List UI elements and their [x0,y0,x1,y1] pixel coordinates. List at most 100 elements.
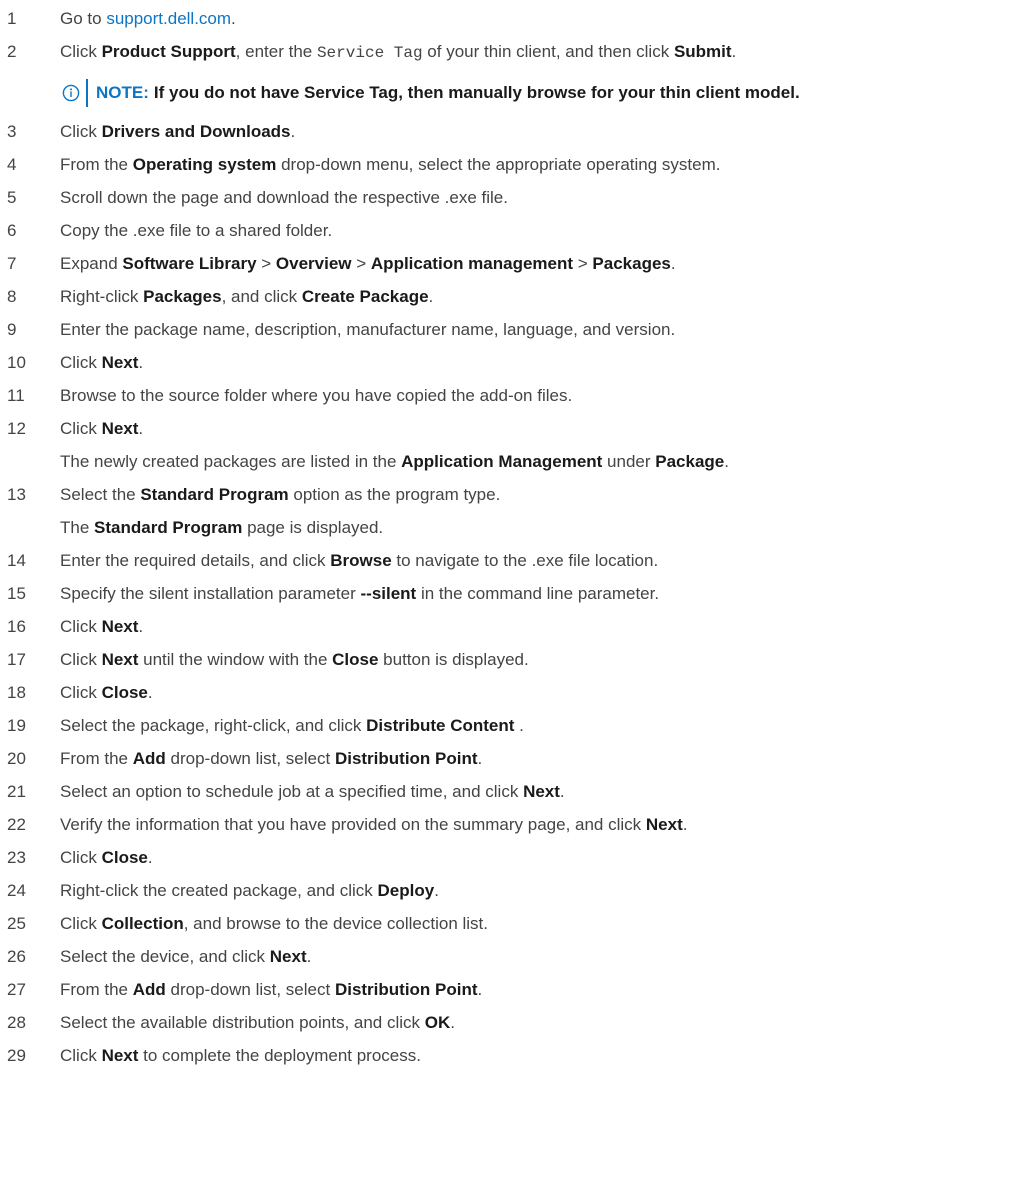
step-text: From the [60,980,133,999]
step-body: Browse to the source folder where you ha… [60,384,1017,408]
step-body: Specify the silent installation paramete… [60,582,1017,606]
step-body: Click Close. [60,846,1017,870]
step-text: Scroll down the page and download the re… [60,188,508,207]
step-text: Select the [60,485,141,504]
step-body: Expand Software Library > Overview > App… [60,252,1017,276]
step-text: . [724,452,729,471]
step-line: Expand Software Library > Overview > App… [60,252,1017,276]
step-body: Select the device, and click Next. [60,945,1017,969]
step-text: drop-down menu, select the appropriate o… [276,155,721,174]
step-body: Right-click the created package, and cli… [60,879,1017,903]
ui-term: Packages [143,287,222,306]
step-body: Click Next until the window with the Clo… [60,648,1017,672]
step-text: Click [60,683,102,702]
step-item: 8 Right-click Packages, and click Create … [0,281,1017,314]
step-number: 26 [7,947,26,966]
step-body: From the Add drop-down list, select Dist… [60,978,1017,1002]
step-text: . [306,947,312,966]
step-number: 19 [7,716,26,735]
step-item: 18 Click Close. [0,677,1017,710]
step-number: 20 [7,749,26,768]
step-number: 25 [7,914,26,933]
step-line: Click Product Support, enter the Service… [60,40,1017,65]
step-item: 14 Enter the required details, and click … [0,545,1017,578]
support-link[interactable]: support.dell.com [106,9,231,28]
step-item: 24 Right-click the created package, and c… [0,875,1017,908]
step-item: 6 Copy the .exe file to a shared folder. [0,215,1017,248]
step-text: . [731,42,737,61]
step-line: Right-click the created package, and cli… [60,879,1017,903]
step-item: 26 Select the device, and click Next. [0,941,1017,974]
ui-term: Next [101,353,139,372]
step-line: Enter the package name, description, man… [60,318,1017,342]
step-text: > [573,254,593,273]
step-line: Select the package, right-click, and cli… [60,714,1017,738]
step-body: Select the available distribution points… [60,1011,1017,1035]
step-number: 4 [7,155,17,174]
step-text: . [147,683,153,702]
step-body: Click Product Support, enter the Service… [60,40,1017,65]
ui-term: Add [132,749,166,768]
ui-term: Add [132,980,166,999]
step-text: . [477,749,483,768]
step-number: 23 [7,848,26,867]
step-text: Click [60,914,102,933]
step-text: Right-click [60,287,144,306]
step-text: to complete the deployment process. [138,1046,421,1065]
step-text: Specify the silent installation paramete… [60,584,361,603]
step-item: 17 Click Next until the window with the C… [0,644,1017,677]
step-number: 8 [7,287,17,306]
step-text: . [682,815,688,834]
step-number: 1 [7,9,17,28]
step-item: 1 Go to support.dell.com. [0,3,1017,36]
step-number: 24 [7,881,26,900]
step-text: Click [60,1046,102,1065]
step-text: . [514,716,524,735]
ui-term: Next [523,782,560,801]
step-number: 12 [7,419,26,438]
step-text: until the window with the [138,650,333,669]
step-text: . [428,287,434,306]
ui-term: --silent [360,584,417,603]
step-number: 29 [7,1046,26,1065]
step-line: Enter the required details, and click Br… [60,549,1017,573]
step-line: Click Next. [60,417,1017,441]
ui-term: Close [101,683,148,702]
step-line: Browse to the source folder where you ha… [60,384,1017,408]
step-item: 27 From the Add drop-down list, select Di… [0,974,1017,1007]
step-number: 21 [7,782,26,801]
step-number: 13 [7,485,26,504]
step-result-line: The newly created packages are listed in… [60,450,1017,474]
step-item: 21 Select an option to schedule job at a … [0,776,1017,809]
note-label: NOTE: [96,83,149,102]
step-item: 4 From the Operating system drop-down men… [0,149,1017,182]
ui-term: Overview [275,254,352,273]
step-line: Click Next until the window with the Clo… [60,648,1017,672]
step-number: 2 [7,42,17,61]
step-item: 2 Click Product Support, enter the Servic… [0,36,1017,70]
step-line: Copy the .exe file to a shared folder. [60,219,1017,243]
ui-term: Next [645,815,683,834]
ui-term: Collection [101,914,184,933]
step-text: Enter the required details, and click [60,551,331,570]
step-body: Select an option to schedule job at a sp… [60,780,1017,804]
step-text: Go to [60,9,107,28]
step-line: Select the available distribution points… [60,1011,1017,1035]
step-line: Click Next. [60,615,1017,639]
step-item: 12 Click Next. The newly created packages … [0,413,1017,479]
step-body: Select the package, right-click, and cli… [60,714,1017,738]
step-item: 10 Click Next. [0,347,1017,380]
ui-term: Next [101,1046,139,1065]
ui-term: Submit [673,42,732,61]
step-text: drop-down list, select [165,980,335,999]
step-text: Enter the package name, description, man… [60,320,676,339]
step-text: . [147,848,153,867]
step-item: 22 Verify the information that you have p… [0,809,1017,842]
step-number: 10 [7,353,26,372]
step-body: Click Next. [60,615,1017,639]
step-text: . [450,1013,455,1032]
step-text: Browse to the source folder where you ha… [60,386,573,405]
ui-term: Next [101,650,139,669]
step-item: 19 Select the package, right-click, and c… [0,710,1017,743]
step-body: Enter the required details, and click Br… [60,549,1017,573]
